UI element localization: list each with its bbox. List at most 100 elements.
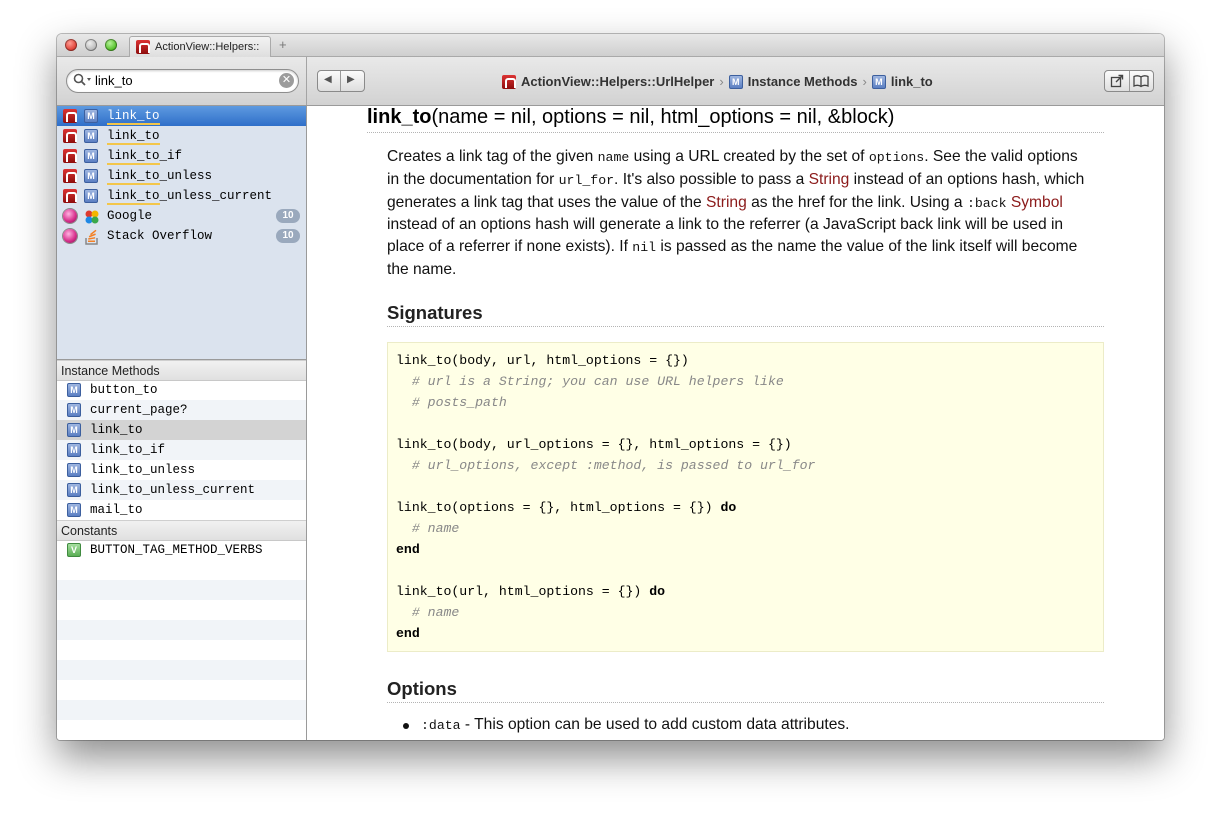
signatures-heading: Signatures bbox=[387, 302, 1104, 327]
result-item-stackoverflow[interactable]: Stack Overflow 10 bbox=[57, 226, 306, 246]
rails-icon bbox=[63, 149, 77, 163]
toolbar: ✕ ◀ ▶ ActionView::Helpers::UrlHelper › M In… bbox=[57, 57, 1164, 106]
symbol-link[interactable]: Symbol bbox=[1011, 194, 1063, 211]
book-icon[interactable] bbox=[1133, 74, 1149, 88]
result-rest: _unless_current bbox=[159, 189, 273, 203]
method-item-current[interactable]: M link_to bbox=[57, 420, 306, 440]
result-item[interactable]: M link_to_unless bbox=[57, 166, 306, 186]
result-item[interactable]: M link_to_if bbox=[57, 146, 306, 166]
empty-row bbox=[57, 620, 306, 640]
rails-icon bbox=[63, 189, 77, 203]
result-item[interactable]: M link_to bbox=[57, 106, 306, 126]
method-icon: M bbox=[67, 483, 81, 497]
method-item[interactable]: M link_to_if bbox=[57, 440, 306, 460]
breadcrumb-item-section[interactable]: Instance Methods bbox=[748, 74, 858, 89]
result-match: link_to bbox=[107, 109, 160, 125]
inline-code: options bbox=[868, 150, 925, 165]
minimize-window-button[interactable] bbox=[85, 39, 97, 51]
breadcrumb-separator: › bbox=[719, 74, 724, 90]
rails-icon bbox=[502, 74, 516, 89]
forward-button[interactable]: ▶ bbox=[347, 74, 355, 85]
view-buttons bbox=[1104, 70, 1154, 92]
search-results-list: M link_to M link_to M link_to_if M link_… bbox=[57, 106, 306, 359]
sidebar: M link_to M link_to M link_to_if M link_… bbox=[57, 106, 307, 740]
method-icon: M bbox=[67, 423, 81, 437]
string-link[interactable]: String bbox=[706, 194, 747, 211]
open-in-browser-icon[interactable] bbox=[1110, 74, 1124, 88]
new-tab-button[interactable]: + bbox=[279, 37, 287, 52]
method-description: Creates a link tag of the given name usi… bbox=[387, 148, 1085, 278]
result-match: link_to bbox=[107, 189, 160, 205]
google-icon bbox=[85, 210, 99, 224]
code-block: link_to(body, url, html_options = {}) # … bbox=[387, 342, 1104, 652]
result-rest: _unless bbox=[159, 169, 213, 183]
method-icon: M bbox=[84, 189, 98, 203]
method-item[interactable]: M mail_to bbox=[57, 500, 306, 520]
inline-code: name bbox=[597, 150, 630, 165]
stackoverflow-icon bbox=[85, 229, 98, 245]
title-bar: ActionView::Helpers:: + bbox=[57, 34, 1164, 57]
result-label: Google bbox=[107, 209, 153, 223]
result-match: link_to bbox=[107, 169, 160, 185]
ball-icon bbox=[63, 209, 77, 223]
method-icon: M bbox=[67, 383, 81, 397]
method-icon: M bbox=[871, 74, 886, 89]
breadcrumb-separator: › bbox=[862, 74, 867, 90]
documentation-pane: link_to(name = nil, options = nil, html_… bbox=[307, 106, 1164, 740]
method-item[interactable]: M button_to bbox=[57, 380, 306, 400]
breadcrumb-item-class[interactable]: ActionView::Helpers::UrlHelper bbox=[521, 74, 714, 89]
breadcrumb: ActionView::Helpers::UrlHelper › M Instance… bbox=[502, 73, 933, 89]
toolbar-divider bbox=[306, 57, 307, 105]
result-item-google[interactable]: Google 10 bbox=[57, 206, 306, 226]
result-count-badge: 10 bbox=[276, 209, 300, 223]
constant-icon: V bbox=[67, 543, 81, 557]
empty-row bbox=[57, 580, 306, 600]
breadcrumb-item-method[interactable]: link_to bbox=[891, 74, 933, 89]
search-input[interactable] bbox=[95, 73, 275, 88]
signature-args: (name = nil, options = nil, html_options… bbox=[431, 106, 895, 128]
method-icon: M bbox=[84, 129, 98, 143]
result-item[interactable]: M link_to bbox=[57, 126, 306, 146]
close-window-button[interactable] bbox=[65, 39, 77, 51]
method-icon: M bbox=[84, 109, 98, 123]
method-icon: M bbox=[67, 503, 81, 517]
option-code: :data bbox=[421, 718, 461, 733]
empty-row bbox=[57, 700, 306, 720]
document-tab[interactable]: ActionView::Helpers:: bbox=[129, 36, 271, 57]
inline-code: :back bbox=[966, 195, 1007, 211]
method-signature: link_to(name = nil, options = nil, html_… bbox=[367, 106, 1104, 133]
rails-icon bbox=[63, 129, 77, 143]
method-item[interactable]: M link_to_unless bbox=[57, 460, 306, 480]
method-icon: M bbox=[84, 169, 98, 183]
rails-icon bbox=[63, 169, 77, 183]
string-link[interactable]: String bbox=[809, 171, 850, 188]
search-field[interactable]: ✕ bbox=[66, 69, 299, 93]
result-label: Stack Overflow bbox=[107, 229, 213, 243]
app-window: ActionView::Helpers:: + ✕ ◀ ▶ ActionView… bbox=[57, 34, 1164, 740]
section-header-instance-methods: Instance Methods bbox=[57, 360, 306, 381]
constant-item[interactable]: V BUTTON_TAG_METHOD_VERBS bbox=[57, 540, 306, 560]
empty-row bbox=[57, 660, 306, 680]
search-icon bbox=[73, 73, 91, 86]
result-count-badge: 10 bbox=[276, 229, 300, 243]
ball-icon bbox=[63, 229, 77, 243]
result-rest: _if bbox=[159, 149, 183, 163]
inline-code: url_for bbox=[558, 172, 615, 188]
method-item[interactable]: M link_to_unless_current bbox=[57, 480, 306, 500]
tab-title: ActionView::Helpers:: bbox=[155, 41, 260, 53]
method-item[interactable]: M current_page? bbox=[57, 400, 306, 420]
method-icon: M bbox=[67, 443, 81, 457]
section-header-constants: Constants bbox=[57, 520, 306, 541]
rails-icon bbox=[136, 40, 150, 54]
result-match: link_to bbox=[107, 129, 160, 145]
result-item[interactable]: M link_to_unless_current bbox=[57, 186, 306, 206]
back-button[interactable]: ◀ bbox=[324, 74, 332, 85]
method-icon: M bbox=[67, 403, 81, 417]
rails-icon bbox=[63, 109, 77, 123]
option-text: - This option can be used to add custom … bbox=[460, 716, 850, 733]
signature-name: link_to bbox=[367, 106, 432, 128]
options-heading: Options bbox=[387, 678, 1104, 703]
zoom-window-button[interactable] bbox=[105, 39, 117, 51]
inline-code: nil bbox=[632, 240, 657, 256]
clear-search-icon[interactable]: ✕ bbox=[279, 73, 294, 88]
